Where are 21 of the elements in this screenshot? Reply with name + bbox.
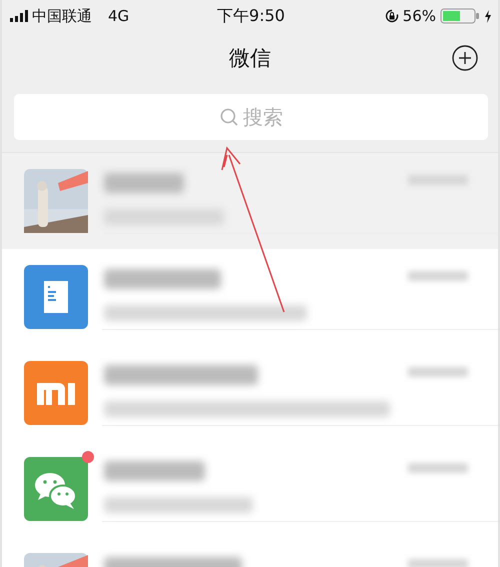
mi-logo-icon: [24, 361, 88, 425]
chat-row[interactable]: [2, 153, 498, 249]
blurred-time: [408, 270, 468, 280]
document-icon: [24, 265, 88, 329]
carrier-name: 中国联通: [32, 6, 92, 26]
blurred-time: [408, 366, 468, 376]
signal-icon: [10, 10, 28, 22]
search-icon: [219, 107, 239, 127]
blurred-time: [408, 174, 468, 184]
lightning-icon: [484, 10, 492, 22]
clock: 下午9:50: [217, 6, 285, 26]
battery-percent: 56%: [402, 7, 436, 25]
blurred-time: [408, 462, 468, 472]
rotation-lock-icon: [384, 9, 399, 23]
chat-bubbles-icon: [24, 457, 88, 521]
blurred-time: [408, 558, 468, 567]
network-type: 4G: [108, 7, 130, 25]
add-icon[interactable]: [452, 45, 478, 71]
battery-icon: [440, 8, 480, 24]
screen-title: 微信: [229, 45, 271, 72]
search-field[interactable]: 搜索: [14, 94, 488, 140]
